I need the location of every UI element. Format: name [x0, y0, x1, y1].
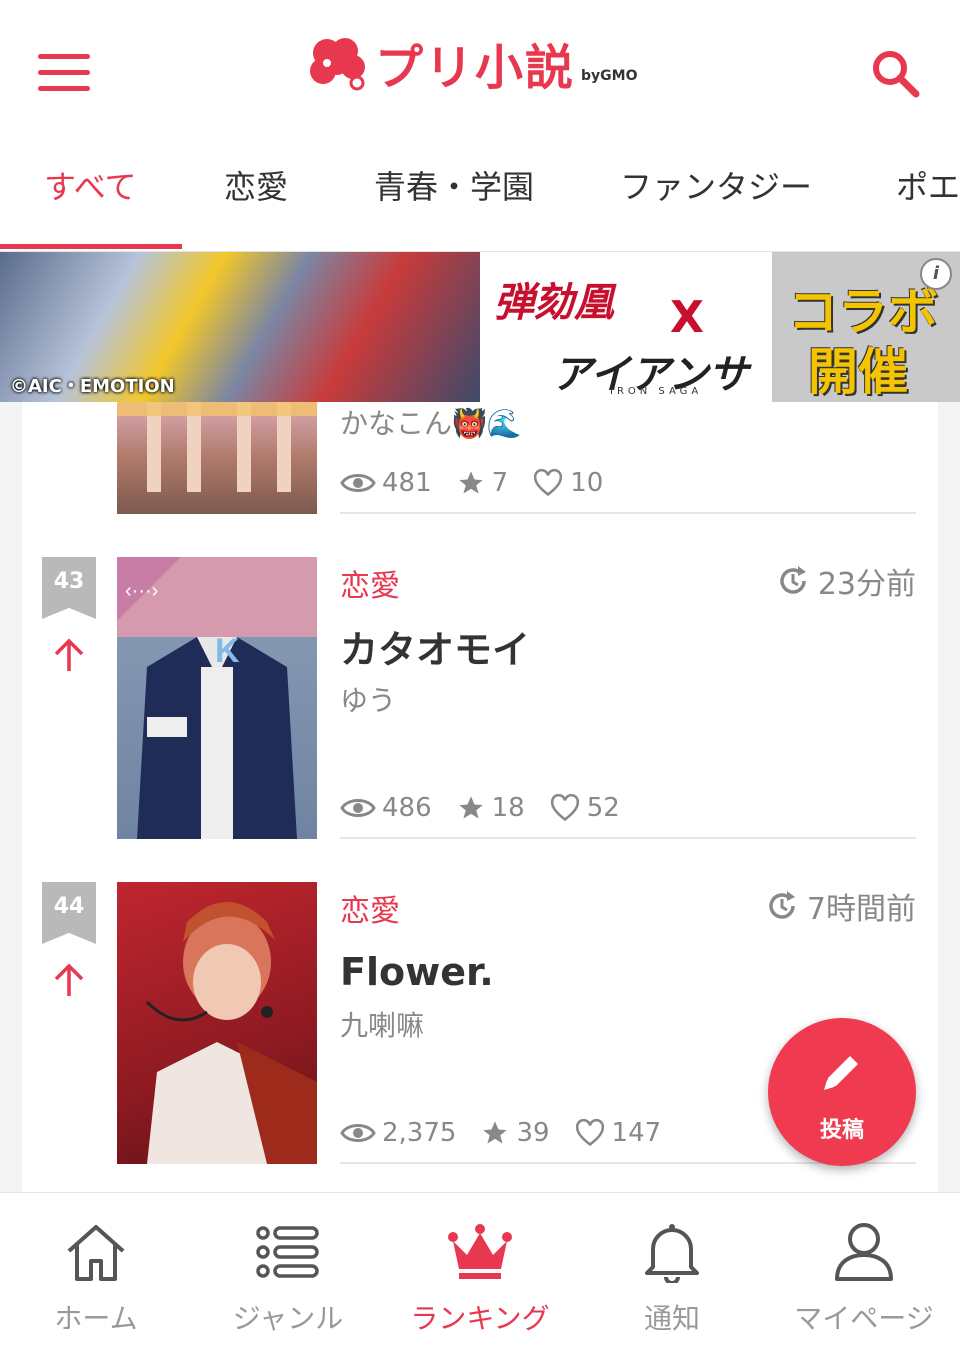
logo-by: byGMO	[581, 68, 638, 84]
item-divider	[340, 837, 916, 839]
novel-title[interactable]: Flower.	[340, 950, 494, 994]
novel-cover-image	[117, 402, 317, 514]
rank-badge: 43	[42, 557, 96, 619]
heart-icon	[550, 794, 579, 822]
nav-mypage[interactable]: マイページ	[768, 1221, 960, 1337]
update-clock-icon	[769, 891, 795, 919]
novel-genre[interactable]: 恋愛	[340, 886, 400, 930]
cover-illustration	[117, 402, 317, 492]
svg-text:K: K	[215, 632, 240, 670]
star-count: 18	[456, 793, 525, 823]
menu-icon[interactable]	[38, 54, 90, 92]
view-count: 481	[340, 468, 432, 498]
ad-info-icon[interactable]: i	[920, 258, 952, 290]
novel-author: ゆう	[340, 684, 397, 717]
rank-up-arrow-icon	[54, 963, 84, 996]
bottom-navigation: ホーム ジャンル ランキング 通知 マイページ	[0, 1192, 960, 1357]
nav-ranking[interactable]: ランキング	[384, 1221, 576, 1337]
tab-youth-school[interactable]: 青春・学園	[374, 162, 534, 208]
tab-romance[interactable]: 恋愛	[224, 162, 288, 208]
cover-illustration	[145, 902, 317, 1164]
rank-up-arrow-icon	[54, 638, 84, 671]
post-button[interactable]: 投稿	[768, 1018, 916, 1166]
update-time: 23分前	[776, 559, 916, 603]
nav-notifications[interactable]: 通知	[576, 1221, 768, 1337]
ad-subtitle: IRON SAGA	[610, 386, 703, 397]
ad-image-robots: ©AIC・EMOTION	[0, 252, 480, 402]
ad-collab-title: 弾劾凰 X アイアンサーガ IRON SAGA	[480, 252, 772, 402]
eye-icon	[340, 474, 376, 492]
ad-banner[interactable]: ©AIC・EMOTION 弾劾凰 X アイアンサーガ IRON SAGA コラボ…	[0, 252, 960, 402]
novel-author: かなこん👹🌊	[340, 407, 522, 440]
star-icon	[458, 796, 483, 819]
app-logo[interactable]: プリ小説 byGMO	[305, 28, 638, 98]
tab-poem[interactable]: ポエ	[896, 162, 960, 208]
cover-illustration: K ‹···›	[117, 557, 317, 839]
pencil-icon	[824, 1056, 858, 1090]
genre-tabs: すべて 恋愛 青春・学園 ファンタジー ポエ	[0, 140, 960, 252]
like-count: 10	[532, 468, 603, 498]
ad-copyright: ©AIC・EMOTION	[10, 376, 175, 397]
active-tab-indicator	[0, 244, 182, 249]
ad-title-1: 弾劾凰	[494, 280, 614, 326]
star-icon	[483, 1121, 508, 1144]
ad-x: X	[670, 292, 704, 343]
bell-icon	[645, 1224, 699, 1283]
tab-all[interactable]: すべて	[44, 162, 136, 208]
logo-text: プリ小説	[375, 40, 576, 96]
item-divider	[340, 512, 916, 514]
ad-collab-line2: 開催	[808, 343, 908, 401]
person-icon	[835, 1223, 893, 1281]
home-icon	[67, 1225, 125, 1281]
novel-stats: 2,375 39 147	[340, 1118, 685, 1148]
star-count: 39	[480, 1118, 550, 1148]
app-header: プリ小説 byGMO	[0, 0, 960, 140]
list-icon	[256, 1226, 319, 1278]
nav-home[interactable]: ホーム	[0, 1221, 192, 1337]
novel-genre[interactable]: 恋愛	[340, 561, 400, 605]
star-icon	[458, 471, 483, 494]
crown-icon	[448, 1224, 512, 1279]
logo-flower-icon	[310, 38, 365, 91]
eye-icon	[340, 1124, 376, 1142]
tab-fantasy[interactable]: ファンタジー	[620, 162, 812, 208]
search-icon[interactable]	[868, 46, 924, 102]
novel-author: 九喇嘛	[340, 1009, 425, 1042]
novel-cover-image	[117, 882, 317, 1164]
heart-icon	[575, 1119, 604, 1147]
like-count: 147	[574, 1118, 661, 1148]
star-count: 7	[456, 468, 508, 498]
view-count: 486	[340, 793, 432, 823]
heart-icon	[534, 469, 563, 497]
view-count: 2,375	[340, 1118, 456, 1148]
novel-title[interactable]: カタオモイ	[340, 619, 530, 674]
nav-genre[interactable]: ジャンル	[192, 1221, 384, 1337]
svg-text:‹···›: ‹···›	[125, 580, 158, 602]
eye-icon	[340, 799, 376, 817]
like-count: 52	[549, 793, 620, 823]
rank-badge: 44	[42, 882, 96, 944]
novel-stats: 481 7 10	[340, 468, 627, 498]
list-item[interactable]: 43 K ‹···› 恋愛 23分前 カタオモイ ゆう 486 18 52	[22, 557, 938, 857]
update-clock-icon	[780, 566, 806, 594]
novel-cover-image: K ‹···›	[117, 557, 317, 839]
post-button-label: 投稿	[819, 1118, 864, 1143]
list-item[interactable]: かなこん👹🌊 481 7 10	[22, 402, 938, 516]
novel-stats: 486 18 52	[340, 793, 644, 823]
update-time: 7時間前	[765, 884, 916, 928]
